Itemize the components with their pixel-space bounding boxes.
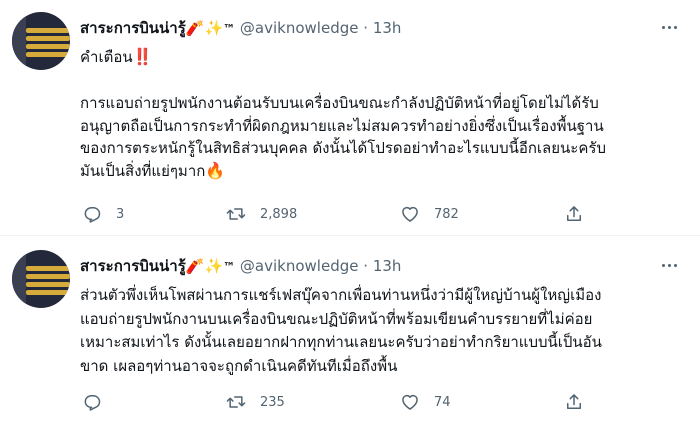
tweet-text-line: ของการตระหนักรู้ในสิทธิส่วนบุคคล ดังนั้น… — [80, 139, 606, 157]
tweet-2[interactable]: สาระการบินน่ารู้🧨✨™ @aviknowledge · 13h … — [0, 236, 700, 423]
more-icon[interactable] — [658, 18, 682, 38]
author-handle[interactable]: @aviknowledge — [240, 19, 359, 37]
tweet-actions: 235 74 — [80, 390, 680, 414]
separator-dot: · — [363, 19, 369, 37]
warning-line: คำเตือน‼️ — [80, 46, 153, 68]
share-button[interactable] — [564, 390, 584, 414]
retweet-button[interactable]: 2,898 — [226, 202, 297, 226]
tweet-timestamp[interactable]: 13h — [373, 257, 402, 275]
avatar-stripe — [26, 266, 70, 271]
retweet-icon — [226, 396, 246, 408]
tweet-actions: 3 2,898 782 — [80, 202, 680, 226]
avatar[interactable] — [12, 12, 70, 70]
avatar[interactable] — [12, 250, 70, 308]
like-button[interactable]: 74 — [400, 390, 451, 414]
share-button[interactable] — [564, 202, 584, 226]
double-exclamation-emoji: ‼️ — [132, 47, 153, 66]
avatar-stripe — [26, 282, 70, 287]
avatar-collar — [12, 250, 26, 308]
trademark: ™ — [223, 260, 236, 274]
tweet-timestamp[interactable]: 13h — [373, 19, 402, 37]
tweet-text-line-content: มันเป็นสิ่งที่แย่ๆมาก — [80, 161, 206, 180]
tweet-text-line: อนุญาตถือเป็นการกระทำที่ผิดกฎหมายและไม่ส… — [80, 116, 604, 135]
tweet-text-line: เหมาะสมเท่าไร ดังนั้นเลยอยากฝากทุกท่านเล… — [80, 333, 602, 351]
sparkle-emoji: ✨ — [204, 257, 224, 275]
author-name[interactable]: สาระการบินน่ารู้ — [80, 257, 186, 275]
retweet-button[interactable]: 235 — [226, 390, 285, 414]
sparkle-emoji: ✨ — [204, 19, 224, 37]
tweet-text-line: ขาด เผลอๆท่านอาจจะถูกดำเนินคดีทันทีเมื่อ… — [80, 356, 398, 375]
avatar-stripe — [26, 274, 70, 279]
like-icon — [402, 394, 418, 410]
separator-dot: · — [363, 257, 369, 275]
retweet-count: 235 — [260, 394, 285, 410]
avatar-stripe — [26, 36, 70, 41]
reply-button[interactable]: 3 — [82, 202, 124, 226]
retweet-icon — [226, 208, 246, 220]
tweet-text: การแอบถ่ายรูปพนักงานต้อนรับบนเครื่องบินข… — [80, 92, 680, 182]
author-emoji: 🧨 — [185, 257, 205, 275]
like-button[interactable]: 782 — [400, 202, 459, 226]
trademark: ™ — [223, 22, 236, 36]
like-count: 74 — [434, 394, 451, 410]
fire-emoji: 🔥 — [205, 160, 226, 180]
reply-button[interactable] — [82, 390, 116, 414]
warning-text: คำเตือน — [80, 48, 133, 66]
tweet-text: ส่วนตัวพึ่งเห็นโพสผ่านการแชร์เฟสบุ๊คจากเ… — [80, 284, 680, 378]
avatar-stripe — [26, 290, 70, 295]
reply-icon — [84, 207, 101, 223]
tweet-text-line: มันเป็นสิ่งที่แย่ๆมาก🔥 — [80, 160, 680, 183]
like-icon — [402, 206, 418, 222]
like-count: 782 — [434, 206, 459, 222]
more-icon[interactable] — [658, 256, 682, 276]
author-handle[interactable]: @aviknowledge — [240, 257, 359, 275]
reply-count: 3 — [116, 206, 125, 222]
tweet-1[interactable]: สาระการบินน่ารู้🧨✨™ @aviknowledge · 13h … — [0, 0, 700, 236]
tweet-header: สาระการบินน่ารู้🧨✨™ @aviknowledge · 13h — [80, 256, 401, 277]
tweet-text-line: ส่วนตัวพึ่งเห็นโพสผ่านการแชร์เฟสบุ๊คจากเ… — [80, 286, 602, 304]
tweet-header: สาระการบินน่ารู้🧨✨™ @aviknowledge · 13h — [80, 18, 401, 39]
avatar-stripe — [26, 52, 70, 57]
retweet-count: 2,898 — [260, 206, 298, 222]
author-emoji: 🧨 — [185, 19, 205, 37]
avatar-collar — [12, 12, 26, 70]
author-name[interactable]: สาระการบินน่ารู้ — [80, 19, 186, 37]
reply-icon — [84, 395, 101, 411]
share-icon — [567, 394, 581, 409]
avatar-stripe — [26, 44, 70, 49]
share-icon — [567, 206, 581, 221]
avatar-stripe — [26, 28, 70, 33]
tweet-text-line: การแอบถ่ายรูปพนักงานต้อนรับบนเครื่องบินข… — [80, 94, 599, 112]
tweet-text-line: แอบถ่ายรูปพนักงานบนเครื่องบินขณะปฏิบัติห… — [80, 309, 593, 328]
